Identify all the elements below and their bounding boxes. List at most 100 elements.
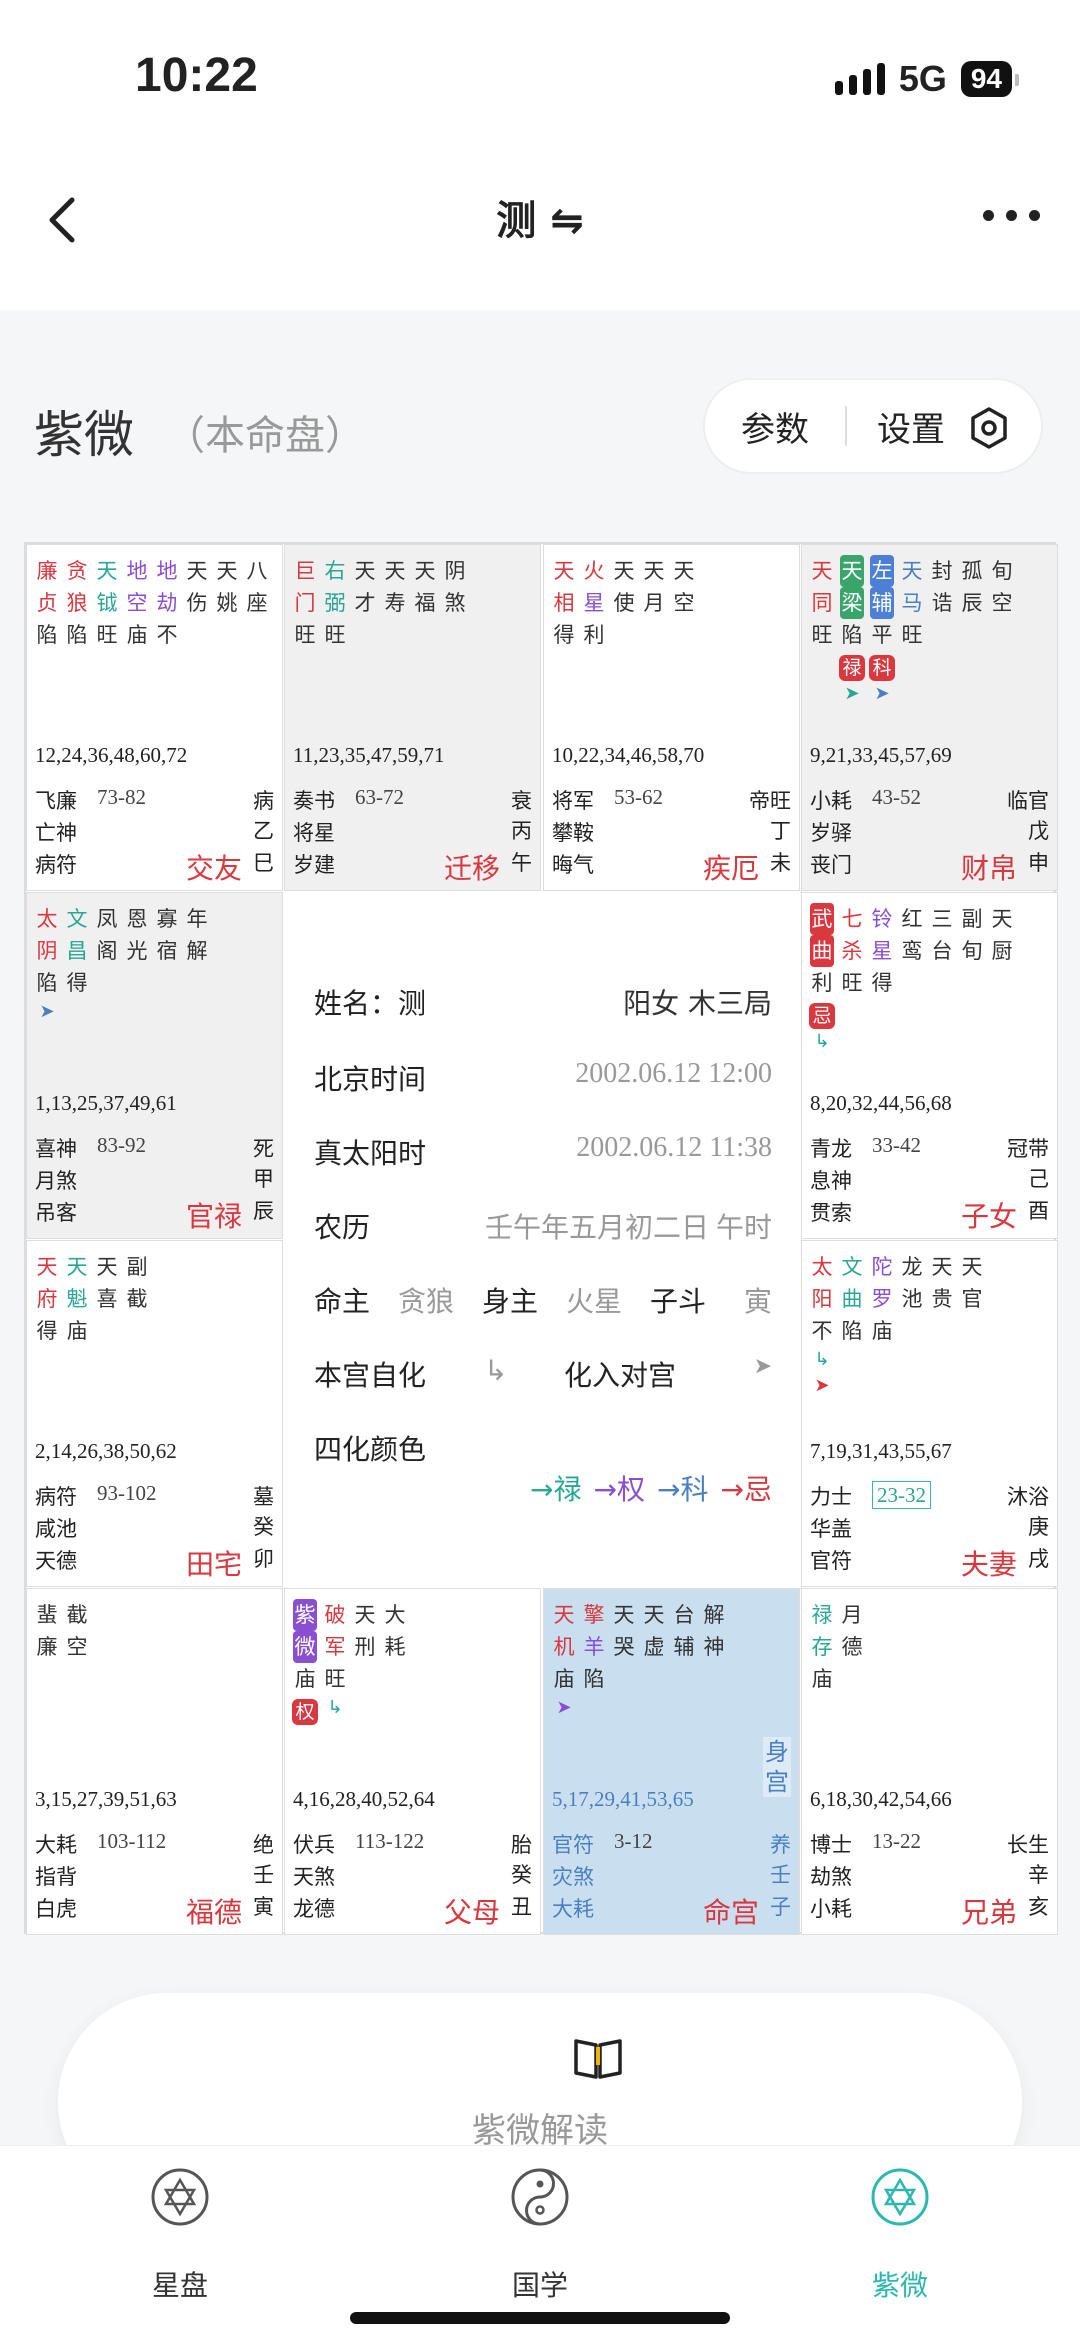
star-char: 辅	[673, 1635, 695, 1659]
info-hua-row: 本宫自化 ↳ 化入对宫 ➤	[314, 1354, 772, 1394]
palace-mao[interactable]: 天府得天魁庙天喜副截 2,14,26,38,50,62 病符 93-102 墓咸池癸天德…	[26, 1240, 283, 1587]
star-char: 解	[703, 1603, 725, 1627]
daxian-range: 23-32	[872, 1481, 931, 1509]
changsheng-stage: 养	[770, 1833, 791, 1857]
star-brightness: 陷	[841, 623, 863, 647]
star-char: 刑	[354, 1635, 376, 1659]
star-char: 天	[643, 1603, 665, 1627]
jiangqian-star: 官符	[810, 1549, 852, 1573]
star-char: 天	[66, 1255, 88, 1279]
star-brightness: 陷	[36, 623, 58, 647]
star-column: 天钺旺	[95, 555, 119, 651]
chart-title: 紫微	[34, 406, 134, 464]
star-chart-icon	[151, 2168, 209, 2226]
boshi-star: 喜神	[35, 1137, 77, 1161]
heavenly-stem: 乙	[253, 819, 274, 843]
jiangqian-star: 吊客	[35, 1201, 77, 1225]
palace-chou[interactable]: 紫微庙权破军旺 ↳ 天刑大耗 4,16,28,40,52,64 伏兵 113-122 胎天煞…	[284, 1588, 541, 1935]
info-beijing-row: 北京时间 2002.06.12 12:00	[314, 1058, 772, 1098]
params-button[interactable]: 参数	[705, 402, 845, 451]
palace-shen[interactable]: 天同旺天梁陷禄 ➤ 左辅平科 ➤ 天马旺封诰孤辰旬空 9,21,33,45,57,69 小耗…	[801, 544, 1058, 891]
palace-name: 财帛	[960, 852, 1017, 885]
palace-ages: 5,17,29,41,53,65	[552, 1787, 694, 1811]
hua-arrow-icon: ➤	[39, 1001, 55, 1022]
star-char: 红	[901, 907, 923, 931]
palace-name: 子女	[960, 1200, 1017, 1233]
info-zhu-row: 命主 贪狼 身主 火星 子斗 寅	[314, 1280, 772, 1320]
settings-hex-icon[interactable]	[967, 406, 1011, 450]
self-hua-label: 本宫自化	[314, 1359, 427, 1392]
palace-wu[interactable]: 巨门旺右弼旺天才天寿天福阴煞 11,23,35,47,59,71 奏书 63-72 衰将…	[284, 544, 541, 891]
star-char: 左	[870, 555, 894, 587]
solar-label: 真太阳时	[314, 1137, 427, 1170]
star-char: 鸾	[901, 939, 923, 963]
star-column: 凤阁	[95, 903, 119, 1025]
star-column: 天福	[413, 555, 437, 651]
star-char: 封	[931, 559, 953, 583]
star-char: 寡	[156, 907, 178, 931]
heavenly-stem: 甲	[253, 1167, 274, 1191]
star-char: 地	[156, 559, 178, 583]
palace-xu[interactable]: 太阳不 ↳ ➤ 文曲陷陀罗庙龙池天贵天官 7,19,31,43,55,67 力士 23-32…	[801, 1240, 1058, 1587]
tab-xingpan[interactable]: 星盘	[80, 2166, 280, 2304]
opp-hua-icon: ➤	[753, 1354, 772, 1379]
star-char: 月	[841, 1603, 863, 1627]
star-char: 天	[991, 907, 1013, 931]
star-column: 天姚	[215, 555, 239, 651]
star-column: 天月	[642, 555, 666, 651]
settings-button[interactable]: 设置	[847, 402, 945, 451]
shen-zhu-label: 身主	[482, 1285, 539, 1318]
star-brightness: 得	[66, 971, 88, 995]
tab-guoxue[interactable]: 国学	[440, 2166, 640, 2304]
star-char: 羊	[583, 1635, 605, 1659]
opp-hua-label: 化入对宫	[564, 1359, 677, 1392]
info-solar-row: 真太阳时 2002.06.12 11:38	[314, 1132, 772, 1172]
more-options-icon[interactable]	[983, 210, 1040, 221]
palace-si[interactable]: 廉贞陷贪狼陷天钺旺地空庙地劫不天伤天姚八座 12,24,36,48,60,72 飞廉…	[26, 544, 283, 891]
suiqian-star: 华盖	[810, 1517, 852, 1541]
star-brightness: 旺	[96, 623, 118, 647]
palace-yin[interactable]: 蜚廉截空 3,15,27,39,51,63 大耗 103-112 绝指背 壬白虎 寅福德	[26, 1588, 283, 1935]
palace-chen[interactable]: 太阴陷 ➤ 文昌得凤阁恩光寡宿年解 1,13,25,37,49,61 喜神 83-92 死月…	[26, 892, 283, 1239]
suiqian-star: 亡神	[35, 821, 77, 845]
palace-zi[interactable]: 天机庙 ➤ 擎羊陷天哭天虚台辅解神身宫 5,17,29,41,53,65 官符 3-12 养…	[543, 1588, 800, 1935]
star-char: 天	[643, 559, 665, 583]
star-column: 陀罗庙	[870, 1251, 894, 1399]
palace-you[interactable]: 武曲利忌 ↳ 七杀旺铃星得红鸾三台副旬天厨 8,20,32,44,56,68 青龙 33-…	[801, 892, 1058, 1239]
star-char: 神	[703, 1635, 725, 1659]
star-char: 使	[613, 591, 635, 615]
star-column: 蜚廉	[35, 1599, 59, 1663]
shen-gong-badge: 身宫	[763, 1737, 791, 1797]
beijing-label: 北京时间	[314, 1063, 427, 1096]
star-char: 廉	[36, 559, 58, 583]
info-name-row: 姓名：测 阳女 木三局	[314, 982, 772, 1022]
boshi-star: 伏兵	[293, 1833, 335, 1857]
star-brightness: 利	[583, 623, 605, 647]
star-brightness: 平	[871, 623, 893, 647]
star-char: 诰	[931, 591, 953, 615]
star-column: 天伤	[185, 555, 209, 651]
star-column: 寡宿	[155, 903, 179, 1025]
changsheng-stage: 胎	[511, 1833, 532, 1857]
network-label: 5G	[898, 58, 947, 99]
params-settings-pill: 参数 设置	[703, 378, 1043, 474]
palace-ages: 10,22,34,46,58,70	[552, 743, 705, 767]
tab-ziwei[interactable]: 紫微	[800, 2166, 1000, 2304]
palace-wei[interactable]: 天相得火星利天使天月天空 10,22,34,46,58,70 将军 53-62 帝旺 攀鞍…	[543, 544, 800, 891]
star-char: 星	[871, 939, 893, 963]
star-char: 截	[66, 1603, 88, 1627]
palace-name: 交友	[185, 852, 242, 885]
page-title[interactable]: 测 ⇋	[0, 188, 1080, 246]
star-char: 阳	[811, 1287, 833, 1311]
star-char: 空	[66, 1635, 88, 1659]
star-char: 钺	[96, 591, 118, 615]
star-column: 贪狼陷	[65, 555, 89, 651]
palace-hai[interactable]: 禄存庙月德 6,18,30,42,54,66 博士 13-22 长生 劫煞辛小耗亥兄弟	[801, 1588, 1058, 1935]
changsheng-stage: 沐浴	[1007, 1485, 1049, 1509]
star-char: 天	[96, 1255, 118, 1279]
star-column: 右弼旺	[323, 555, 347, 651]
palace-ages: 3,15,27,39,51,63	[35, 1787, 177, 1811]
main-content: 紫微 （本命盘） 参数 设置 姓名：测 阳女 木三局 北京时间 2002.06.…	[0, 310, 1080, 2211]
star-brightness: 庙	[553, 1667, 575, 1691]
star-char: 辰	[961, 591, 983, 615]
